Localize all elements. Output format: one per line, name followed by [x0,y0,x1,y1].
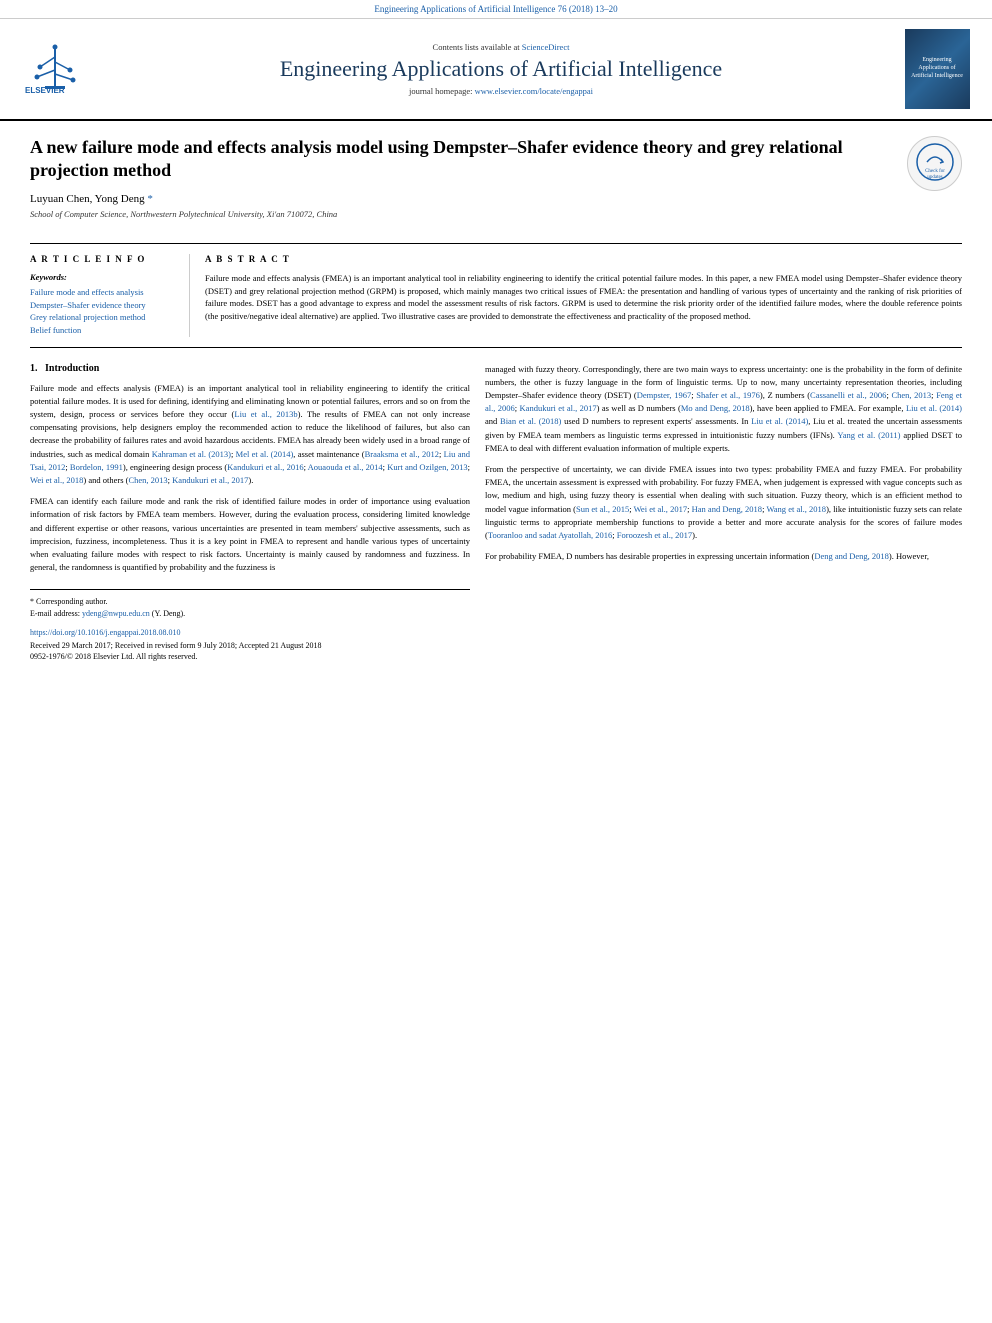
ref-cassanelli[interactable]: Cassanelli et al., 2006 [810,390,886,400]
article-info-abstract: A R T I C L E I N F O Keywords: Failure … [30,243,962,348]
main-body: 1. Introduction Failure mode and effects… [30,363,962,661]
ref-kurt[interactable]: Kurt and Ozilgen, 2013 [387,462,467,472]
ref-wang[interactable]: Wang et al., 2018 [766,504,826,514]
ref-wei-2018[interactable]: Wei et al., 2018 [30,475,83,485]
copyright-text: 0952-1976/© 2018 Elsevier Ltd. All right… [30,652,470,661]
journal-citation: Engineering Applications of Artificial I… [374,4,617,14]
ref-deng-deng[interactable]: Deng and Deng, 2018 [814,551,889,561]
email-link[interactable]: ydeng@nwpu.edu.cn [82,609,150,618]
keyword-3[interactable]: Grey relational projection method [30,311,179,324]
homepage-link[interactable]: www.elsevier.com/locate/engappai [475,86,593,96]
journal-cover-text: Engineering Applications of Artificial I… [910,57,965,80]
svg-text:ELSEVIER: ELSEVIER [25,86,65,95]
keyword-1[interactable]: Failure mode and effects analysis [30,286,179,299]
abstract-column: A B S T R A C T Failure mode and effects… [205,254,962,337]
check-updates-icon: Check for updates [915,142,955,184]
ref-liu-2014b[interactable]: Liu et al. (2014) [751,416,808,426]
article-title-text: A new failure mode and effects analysis … [30,136,892,227]
ref-sun[interactable]: Sun et al., 2015 [576,504,629,514]
ref-aouaouda[interactable]: Aouaouda et al., 2014 [308,462,383,472]
ref-braaksma[interactable]: Braaksma et al., 2012 [365,449,439,459]
ref-kandukuri-2017[interactable]: Kandukuri et al., 2017 [172,475,248,485]
ref-chen-2013[interactable]: Chen, 2013 [128,475,167,485]
contents-line: Contents lists available at ScienceDirec… [110,42,892,52]
elsevier-logo: ELSEVIER [20,40,100,98]
right-column: managed with fuzzy theory. Corresponding… [485,363,962,661]
sciencedirect-link[interactable]: ScienceDirect [522,42,570,52]
ref-bordelon[interactable]: Bordelon, 1991 [70,462,123,472]
article-container: A new failure mode and effects analysis … [0,121,992,671]
ref-liu-2014[interactable]: Liu et al. (2014) [906,403,962,413]
doi-section: https://doi.org/10.1016/j.engappai.2018.… [30,628,470,661]
ref-foroozesh[interactable]: Foroozesh et al., 2017 [617,530,692,540]
ref-chen-2013b[interactable]: Chen, 2013 [891,390,931,400]
article-title: A new failure mode and effects analysis … [30,136,892,183]
journal-title-main: Engineering Applications of Artificial I… [110,56,892,82]
journal-top-bar: Engineering Applications of Artificial I… [0,0,992,19]
article-title-section: A new failure mode and effects analysis … [30,136,962,235]
ref-wei-2017[interactable]: Wei et al., 2017 [634,504,687,514]
footnote-corresponding: * Corresponding author. [30,596,470,608]
right-paragraph-3: For probability FMEA, D numbers has desi… [485,550,962,563]
ref-kahraman[interactable]: Kahraman et al. (2013) [152,449,231,459]
journal-cover-box: Engineering Applications of Artificial I… [905,29,970,109]
abstract-text: Failure mode and effects analysis (FMEA)… [205,272,962,323]
ref-bian[interactable]: Bian et al. (2018) [500,416,561,426]
abstract-label: A B S T R A C T [205,254,962,264]
ref-liu-2013b[interactable]: Liu et al., 2013b [234,409,297,419]
footnote-email: E-mail address: ydeng@nwpu.edu.cn (Y. De… [30,608,470,620]
keyword-2[interactable]: Dempster–Shafer evidence theory [30,299,179,312]
ref-dempster[interactable]: Dempster, 1967 [637,390,691,400]
intro-paragraph-1: Failure mode and effects analysis (FMEA)… [30,382,470,487]
received-dates: Received 29 March 2017; Received in revi… [30,641,470,650]
ref-han-deng[interactable]: Han and Deng, 2018 [692,504,762,514]
article-affiliation: School of Computer Science, Northwestern… [30,209,892,219]
left-column: 1. Introduction Failure mode and effects… [30,363,470,661]
ref-yang-2011[interactable]: Yang et al. (2011) [837,430,900,440]
ref-mo-deng[interactable]: Mo and Deng, 2018 [681,403,750,413]
ref-tooranloo[interactable]: Tooranloo and sadat Ayatollah, 2016 [488,530,612,540]
corresponding-marker: * [147,193,153,205]
article-info-label: A R T I C L E I N F O [30,254,179,264]
article-info-column: A R T I C L E I N F O Keywords: Failure … [30,254,190,337]
ref-kandukuri-2017b[interactable]: Kandukuri et al., 2017 [520,403,597,413]
journal-header: ELSEVIER Contents lists available at Sci… [0,19,992,121]
and-text: and [209,562,221,572]
introduction-title: 1. Introduction [30,363,470,374]
svg-text:Check for: Check for [925,169,945,174]
intro-paragraph-2: FMEA can identify each failure mode and … [30,495,470,574]
right-paragraph-2: From the perspective of uncertainty, we … [485,463,962,542]
check-updates-badge: Check for updates [907,136,962,191]
keyword-4[interactable]: Belief function [30,324,179,337]
svg-text:updates: updates [927,175,942,180]
ref-shafer[interactable]: Shafer et al., 1976 [696,390,760,400]
right-paragraph-1: managed with fuzzy theory. Corresponding… [485,363,962,455]
journal-cover-image: Engineering Applications of Artificial I… [902,29,972,109]
journal-center-info: Contents lists available at ScienceDirec… [110,42,892,96]
footnote-section: * Corresponding author. E-mail address: … [30,589,470,620]
journal-homepage: journal homepage: www.elsevier.com/locat… [110,86,892,96]
ref-kandukuri-2016[interactable]: Kandukuri et al., 2016 [227,462,303,472]
doi-link[interactable]: https://doi.org/10.1016/j.engappai.2018.… [30,628,181,637]
ref-mel[interactable]: Mel et al. (2014) [236,449,294,459]
article-authors: Luyuan Chen, Yong Deng * [30,193,892,205]
keywords-label: Keywords: [30,272,179,282]
